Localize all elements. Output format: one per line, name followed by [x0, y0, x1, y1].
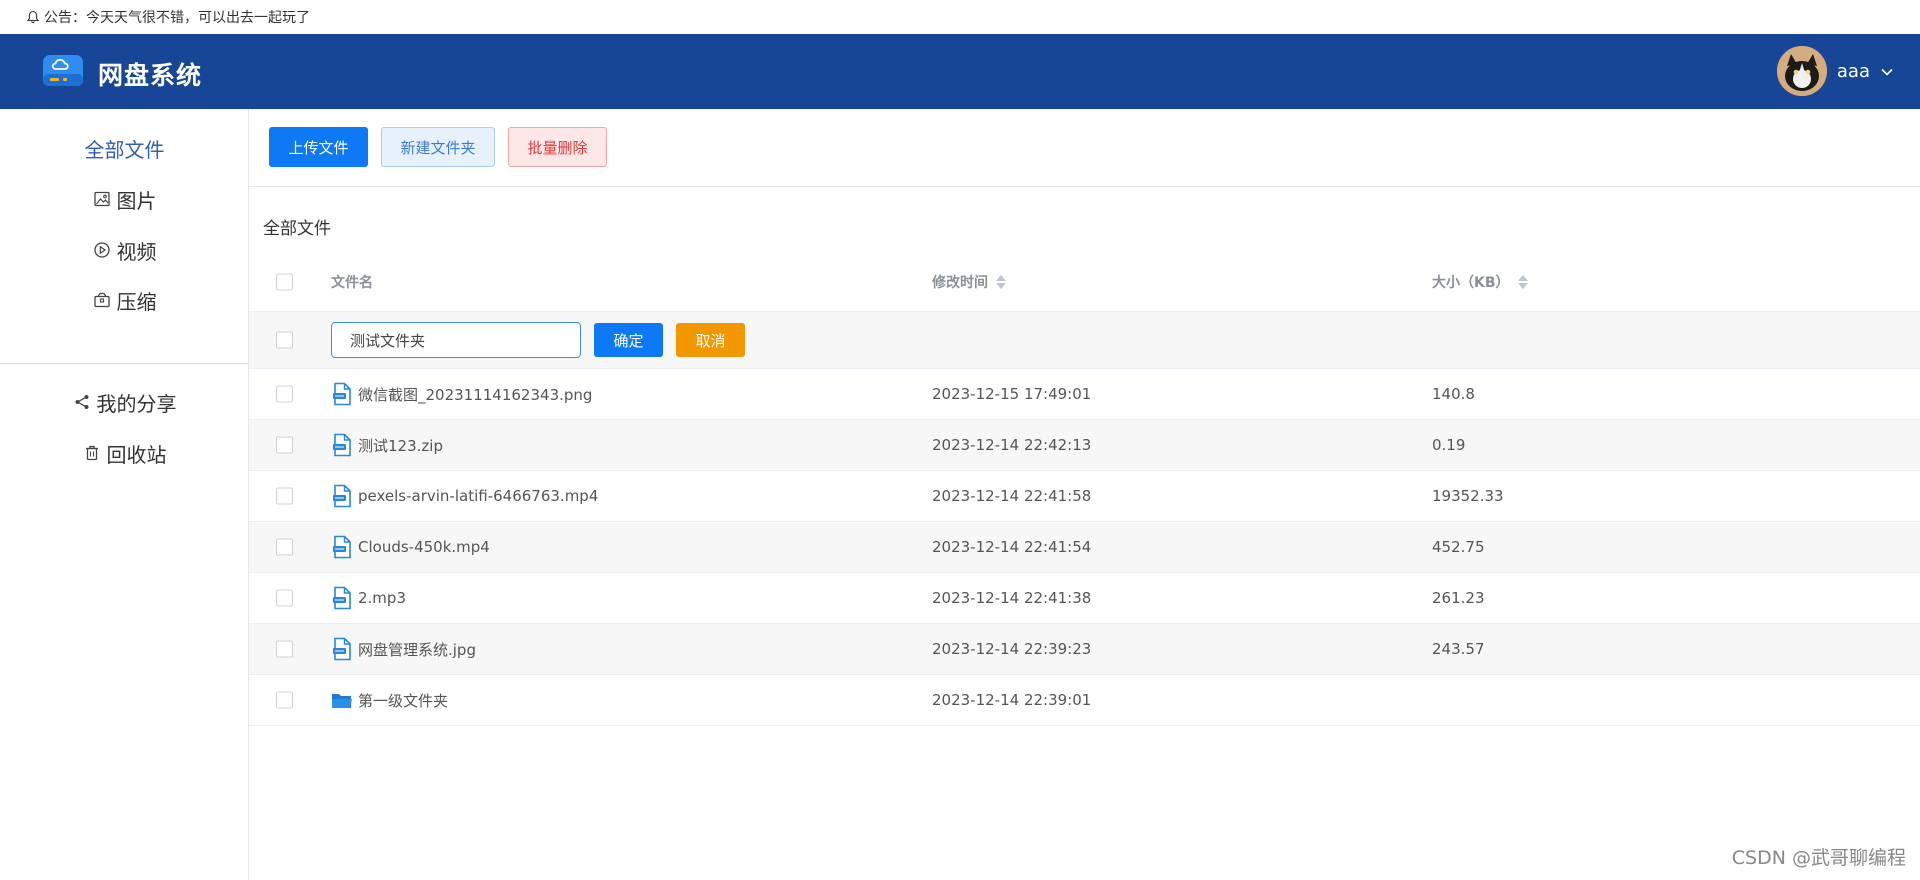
file-icon	[331, 484, 353, 508]
row-checkbox[interactable]	[276, 640, 293, 658]
confirm-button[interactable]: 确定	[594, 323, 663, 357]
user-menu[interactable]: aaa	[1776, 46, 1894, 96]
file-size-cell: 261.23	[1432, 589, 1485, 607]
row-checkbox[interactable]	[276, 385, 293, 403]
table-row[interactable]: Clouds-450k.mp4 2023-12-14 22:41:54 452.75	[249, 522, 1920, 573]
sidebar-item-my-shares[interactable]: 我的分享	[0, 382, 249, 422]
modified-time-cell: 2023-12-14 22:41:58	[932, 487, 1092, 505]
bell-icon	[26, 10, 40, 24]
modified-time-cell: 2023-12-15 17:49:01	[932, 385, 1092, 403]
row-checkbox[interactable]	[276, 331, 293, 349]
file-size-cell: 243.57	[1432, 640, 1485, 658]
file-size-cell: 452.75	[1432, 538, 1485, 556]
file-table: 文件名 修改时间 大小（KB） 确定 取消 微信截图_2023111416234…	[249, 253, 1920, 726]
cloud-drive-logo-icon	[42, 52, 84, 88]
sidebar-item-all-files[interactable]: 全部文件	[0, 128, 249, 168]
new-folder-edit-row: 确定 取消	[249, 312, 1920, 369]
file-size-cell: 19352.33	[1432, 487, 1504, 505]
folder-name-input[interactable]	[331, 322, 581, 358]
sidebar-item-label: 视频	[116, 239, 157, 264]
announcement-text: 今天天气很不错，可以出去一起玩了	[86, 10, 310, 26]
table-row[interactable]: pexels-arvin-latifi-6466763.mp4 2023-12-1…	[249, 471, 1920, 522]
file-icon	[331, 433, 353, 457]
upload-file-button[interactable]: 上传文件	[269, 127, 368, 167]
sort-icon[interactable]	[996, 275, 1006, 289]
chevron-down-icon[interactable]	[1880, 61, 1894, 82]
new-folder-button[interactable]: 新建文件夹	[381, 127, 495, 167]
row-checkbox[interactable]	[276, 487, 293, 505]
sidebar-item-recycle-bin[interactable]: 回收站	[0, 433, 249, 473]
file-size-cell: 0.19	[1432, 436, 1466, 454]
modified-time-cell: 2023-12-14 22:39:01	[932, 691, 1092, 709]
row-checkbox[interactable]	[276, 436, 293, 454]
modified-time-cell: 2023-12-14 22:41:38	[932, 589, 1092, 607]
table-header: 文件名 修改时间 大小（KB）	[249, 253, 1920, 312]
image-icon	[93, 190, 111, 208]
sidebar-item-images[interactable]: 图片	[0, 179, 249, 219]
avatar[interactable]	[1776, 46, 1827, 96]
file-icon	[331, 637, 353, 661]
file-name-cell[interactable]: Clouds-450k.mp4	[331, 522, 490, 572]
file-name-cell[interactable]: 测试123.zip	[331, 420, 443, 470]
cancel-button[interactable]: 取消	[676, 323, 745, 357]
file-name[interactable]: pexels-arvin-latifi-6466763.mp4	[358, 487, 598, 505]
sidebar-item-videos[interactable]: 视频	[0, 230, 249, 270]
announcement-bar: 公告： 今天天气很不错，可以出去一起玩了	[0, 0, 1920, 34]
sidebar-item-label: 回收站	[106, 442, 167, 467]
sort-icon[interactable]	[1517, 275, 1528, 289]
sidebar-item-archives[interactable]: 压缩	[0, 280, 249, 320]
sidebar-item-label: 全部文件	[84, 137, 165, 162]
share-icon	[73, 393, 91, 411]
column-header-time[interactable]: 修改时间	[932, 253, 1006, 311]
file-name[interactable]: 微信截图_20231114162343.png	[358, 384, 592, 405]
batch-delete-button[interactable]: 批量删除	[508, 127, 607, 167]
row-checkbox[interactable]	[276, 691, 293, 709]
file-name-cell[interactable]: 第一级文件夹	[331, 675, 448, 725]
table-row[interactable]: 2.mp3 2023-12-14 22:41:38 261.23	[249, 573, 1920, 624]
modified-time-cell: 2023-12-14 22:41:54	[932, 538, 1092, 556]
sidebar-divider	[0, 363, 249, 364]
table-row[interactable]: 第一级文件夹 2023-12-14 22:39:01	[249, 675, 1920, 726]
breadcrumb: 全部文件	[263, 219, 331, 239]
file-name[interactable]: 第一级文件夹	[358, 690, 448, 711]
table-row[interactable]: 微信截图_20231114162343.png 2023-12-15 17:49:…	[249, 369, 1920, 420]
file-name[interactable]: 2.mp3	[358, 589, 406, 607]
package-icon	[93, 291, 111, 309]
sidebar-item-label: 图片	[116, 188, 157, 213]
file-size-cell: 140.8	[1432, 385, 1475, 403]
table-row[interactable]: 网盘管理系统.jpg 2023-12-14 22:39:23 243.57	[249, 624, 1920, 675]
row-checkbox[interactable]	[276, 538, 293, 556]
modified-time-cell: 2023-12-14 22:42:13	[932, 436, 1092, 454]
sidebar-item-label: 压缩	[116, 289, 157, 314]
top-header: 网盘系统 aaa	[0, 34, 1920, 109]
file-name-cell[interactable]: pexels-arvin-latifi-6466763.mp4	[331, 471, 598, 521]
folder-icon	[331, 688, 353, 712]
file-name[interactable]: Clouds-450k.mp4	[358, 538, 490, 556]
file-name-cell[interactable]: 网盘管理系统.jpg	[331, 624, 476, 674]
file-icon	[331, 535, 353, 559]
toolbar: 上传文件 新建文件夹 批量删除	[249, 109, 1920, 187]
file-name-cell[interactable]: 微信截图_20231114162343.png	[331, 369, 592, 419]
sidebar-item-label: 我的分享	[96, 391, 177, 416]
modified-time-cell: 2023-12-14 22:39:23	[932, 640, 1092, 658]
file-name[interactable]: 网盘管理系统.jpg	[358, 639, 476, 660]
row-checkbox[interactable]	[276, 589, 293, 607]
username[interactable]: aaa	[1837, 61, 1870, 82]
file-icon	[331, 586, 353, 610]
file-icon	[331, 382, 353, 406]
trash-icon	[83, 444, 101, 462]
file-name[interactable]: 测试123.zip	[358, 435, 443, 456]
app-title: 网盘系统	[98, 61, 203, 90]
column-header-size[interactable]: 大小（KB）	[1432, 253, 1528, 311]
watermark: CSDN @武哥聊编程	[1731, 847, 1906, 869]
column-header-name: 文件名	[331, 275, 373, 291]
select-all-checkbox[interactable]	[276, 273, 293, 291]
announcement-label: 公告：	[44, 10, 86, 26]
play-icon	[93, 241, 111, 259]
file-name-cell[interactable]: 2.mp3	[331, 573, 406, 623]
table-row[interactable]: 测试123.zip 2023-12-14 22:42:13 0.19	[249, 420, 1920, 471]
sidebar: 全部文件 图片 视频 压缩 我的分享 回收站	[0, 109, 249, 880]
